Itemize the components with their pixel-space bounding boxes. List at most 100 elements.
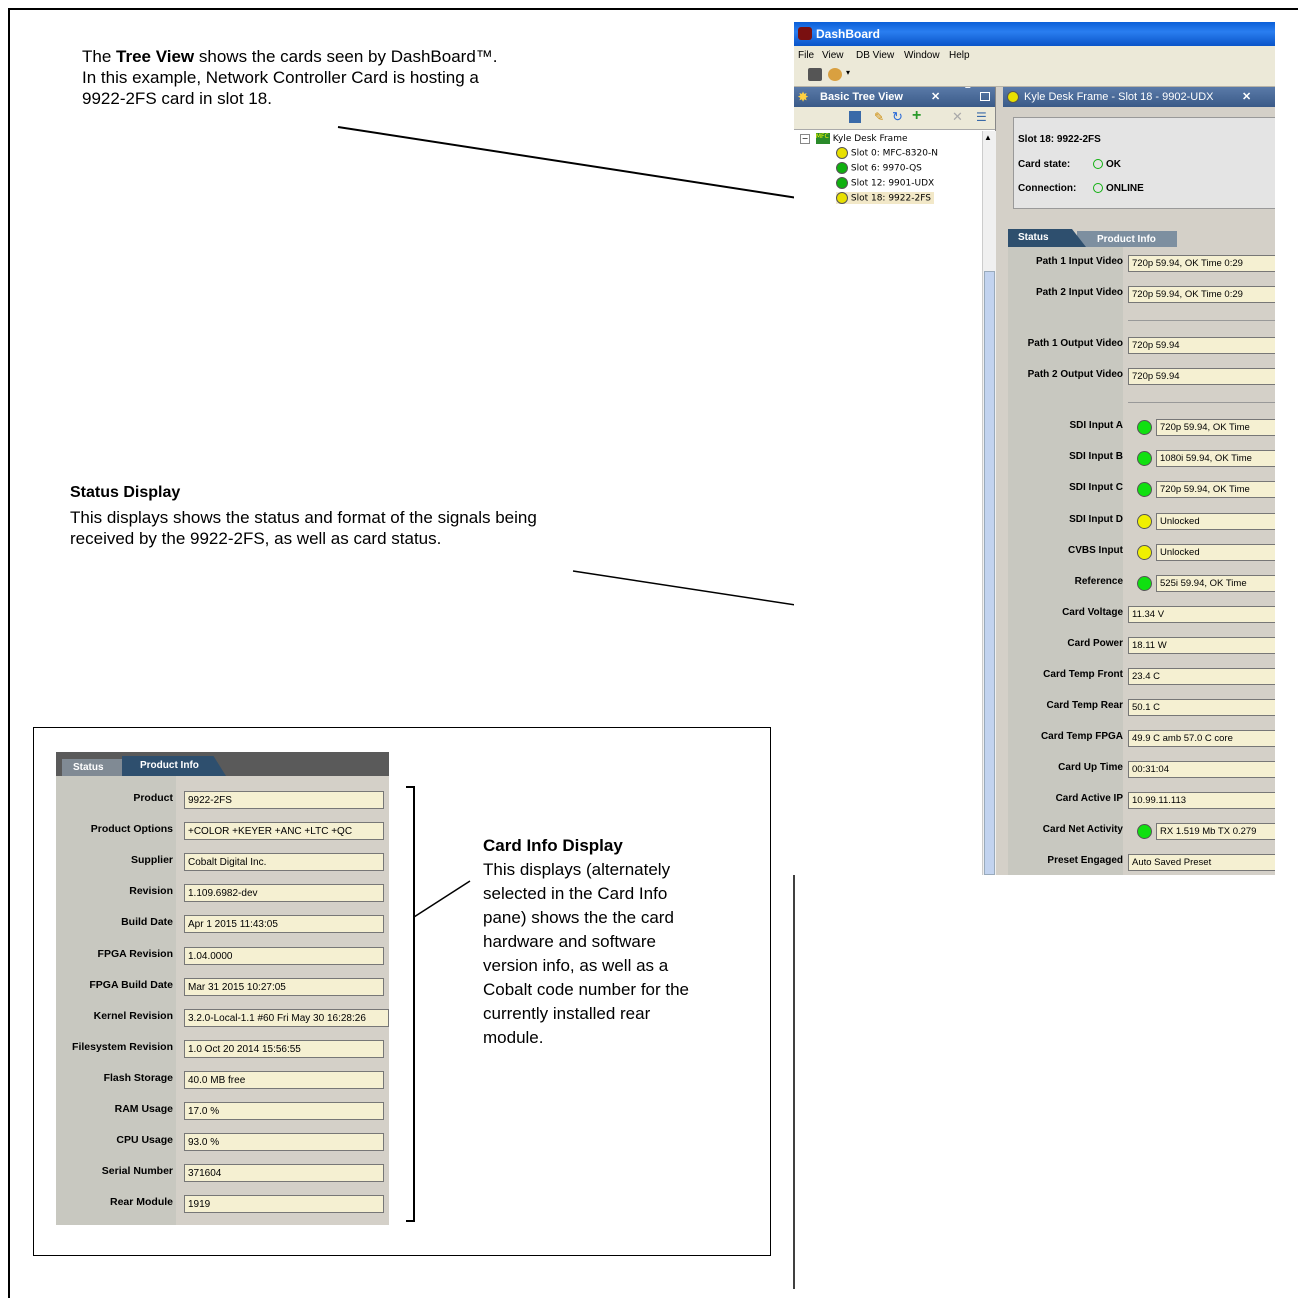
status-led-icon (1137, 451, 1152, 466)
window-title: DashBoard (816, 27, 881, 41)
title-bar: DashBoard (794, 22, 1275, 46)
tree-panel: ✸ Basic Tree View ✕ ‾ ✎ ↻ + ✕ ☰ − MFC Ky… (794, 87, 996, 875)
maximize-icon[interactable] (980, 92, 990, 101)
status-row-value: 11.34 V (1128, 606, 1275, 623)
scroll-up-icon[interactable]: ▲ (984, 133, 992, 142)
product-info-label: Serial Number (101, 1165, 173, 1178)
status-led-icon (1007, 91, 1019, 103)
refresh-icon[interactable]: ↻ (892, 109, 903, 125)
card-state-label: Card state: (1018, 159, 1071, 170)
status-row-value: RX 1.519 Mb TX 0.279 (1156, 823, 1275, 840)
status-led-icon (1137, 545, 1152, 560)
status-led-icon (1137, 514, 1152, 529)
add-icon[interactable]: + (912, 107, 921, 125)
status-row-label: SDI Input D (1069, 514, 1123, 525)
status-row-value: Auto Saved Preset (1128, 854, 1275, 871)
status-row-value: 720p 59.94 (1128, 368, 1275, 385)
tree-options-icon[interactable]: ☰ (976, 110, 987, 124)
status-row-value: 525i 59.94, OK Time (1156, 575, 1275, 592)
dropdown-arrow-icon[interactable]: ▾ (846, 68, 850, 77)
card-info-callout: Card Info Display This displays (alterna… (483, 834, 753, 1050)
tree-slot-item[interactable]: Slot 0: MFC-8320-N (836, 147, 938, 159)
collapse-icon[interactable]: − (800, 133, 810, 144)
status-row-value: 23.4 C (1128, 668, 1275, 685)
swirl-icon[interactable] (828, 68, 842, 81)
tab-status[interactable]: Status (62, 759, 122, 776)
product-info-label: Product Options (90, 823, 173, 836)
close-icon[interactable]: ✕ (931, 90, 940, 103)
product-info-label: Rear Module (109, 1196, 173, 1209)
product-info-label: Kernel Revision (93, 1009, 173, 1022)
status-display: Path 1 Input Video 720p 59.94, OK Time 0:… (1008, 247, 1275, 875)
wand-icon[interactable]: ✎ (874, 110, 884, 124)
product-info-label: CPU Usage (116, 1134, 173, 1147)
tree-panel-title: Basic Tree View (820, 91, 903, 103)
status-led-icon (1137, 576, 1152, 591)
tree-slot-label: Slot 6: 9970-QS (850, 163, 922, 174)
tree-root-node[interactable]: − MFC Kyle Desk Frame (800, 133, 908, 144)
status-led-icon (836, 192, 848, 204)
status-led-icon (836, 162, 848, 174)
card-tab-title: Kyle Desk Frame - Slot 18 - 9902-UDX (1024, 91, 1214, 103)
save-icon[interactable] (849, 111, 861, 123)
connection-value: ONLINE (1106, 183, 1144, 194)
status-row-label: SDI Input B (1069, 451, 1123, 462)
product-info-pane: Status Product Info Product 9922-2FS Produ… (56, 752, 389, 1225)
status-row-value: 720p 59.94, OK Time (1156, 481, 1275, 498)
scrollbar-thumb[interactable] (984, 271, 995, 875)
status-led-icon (1093, 159, 1103, 169)
product-info-value: 371604 (184, 1164, 384, 1183)
status-row-value: 50.1 C (1128, 699, 1275, 716)
camera-icon[interactable] (808, 68, 822, 81)
product-info-value: +COLOR +KEYER +ANC +LTC +QC (184, 822, 384, 841)
minimize-icon[interactable]: ‾ (966, 87, 970, 99)
status-row-value: 720p 59.94, OK Time 0:29 (1128, 286, 1275, 303)
menu-file[interactable]: File (798, 50, 814, 61)
dashboard-app-icon (798, 27, 812, 40)
tree-slot-item[interactable]: Slot 6: 9970-QS (836, 162, 922, 174)
product-info-value: 40.0 MB free (184, 1070, 384, 1089)
menu-db-view[interactable]: DB View (856, 50, 894, 61)
status-row-label: Card Power (1067, 638, 1123, 649)
frame-icon: MFC (815, 133, 830, 144)
tree-slot-item[interactable]: Slot 12: 9901-UDX (836, 177, 934, 189)
tree-toolbar: ✎ ↻ + ✕ ☰ (794, 107, 995, 130)
close-icon[interactable]: ✕ (1242, 90, 1251, 103)
status-row-label: Path 2 Input Video (1035, 287, 1123, 298)
product-info-tabs: Status Product Info (56, 752, 389, 776)
status-row-value: 720p 59.94, OK Time 0:29 (1128, 255, 1275, 272)
callout-title: Card Info Display (483, 836, 623, 855)
status-led-icon (836, 147, 848, 159)
product-info-value: 9922-2FS (184, 791, 384, 809)
card-summary: Slot 18: 9922-2FS Card state: OK Connect… (1013, 117, 1275, 209)
dashboard-window: DashBoard File View DB View Window Help … (794, 22, 1275, 875)
slot-title: Slot 18: 9922-2FS (1018, 134, 1101, 145)
remove-icon[interactable]: ✕ (952, 109, 963, 125)
tree-root-label: Kyle Desk Frame (832, 134, 908, 144)
card-tab[interactable]: Kyle Desk Frame - Slot 18 - 9902-UDX ✕ (1003, 87, 1275, 107)
status-row-label: Card Temp FPGA (1040, 731, 1123, 742)
callout-text: hardware and software (483, 932, 656, 951)
tab-product-info[interactable]: Product Info (1077, 231, 1177, 247)
divider (1128, 402, 1275, 403)
status-row-label: Preset Engaged (1047, 855, 1123, 866)
product-info-label: Flash Storage (103, 1071, 173, 1084)
card-tabs: Product Info Status (1003, 225, 1275, 247)
product-info-label: Supplier (130, 854, 173, 867)
status-row-label: Card Active IP (1055, 793, 1123, 804)
tab-product-info[interactable]: Product Info (122, 756, 226, 776)
status-row-label: Path 1 Output Video (1027, 338, 1123, 349)
status-row-value: 1080i 59.94, OK Time (1156, 450, 1275, 467)
menu-help[interactable]: Help (949, 50, 970, 61)
tree-slot-item-selected[interactable]: Slot 18: 9922-2FS (836, 192, 934, 204)
status-row-label: CVBS Input (1068, 545, 1123, 556)
product-info-label: Filesystem Revision (72, 1040, 173, 1053)
tab-status[interactable]: Status (1008, 229, 1086, 247)
menu-window[interactable]: Window (904, 50, 940, 61)
menu-view[interactable]: View (822, 50, 844, 61)
status-row-label: SDI Input A (1069, 420, 1123, 431)
status-row-value: Unlocked (1156, 513, 1275, 530)
tree-scrollbar[interactable]: ▲ (982, 131, 996, 875)
menu-bar: File View DB View Window Help (794, 46, 1275, 64)
tree-slot-label: Slot 12: 9901-UDX (850, 178, 935, 189)
